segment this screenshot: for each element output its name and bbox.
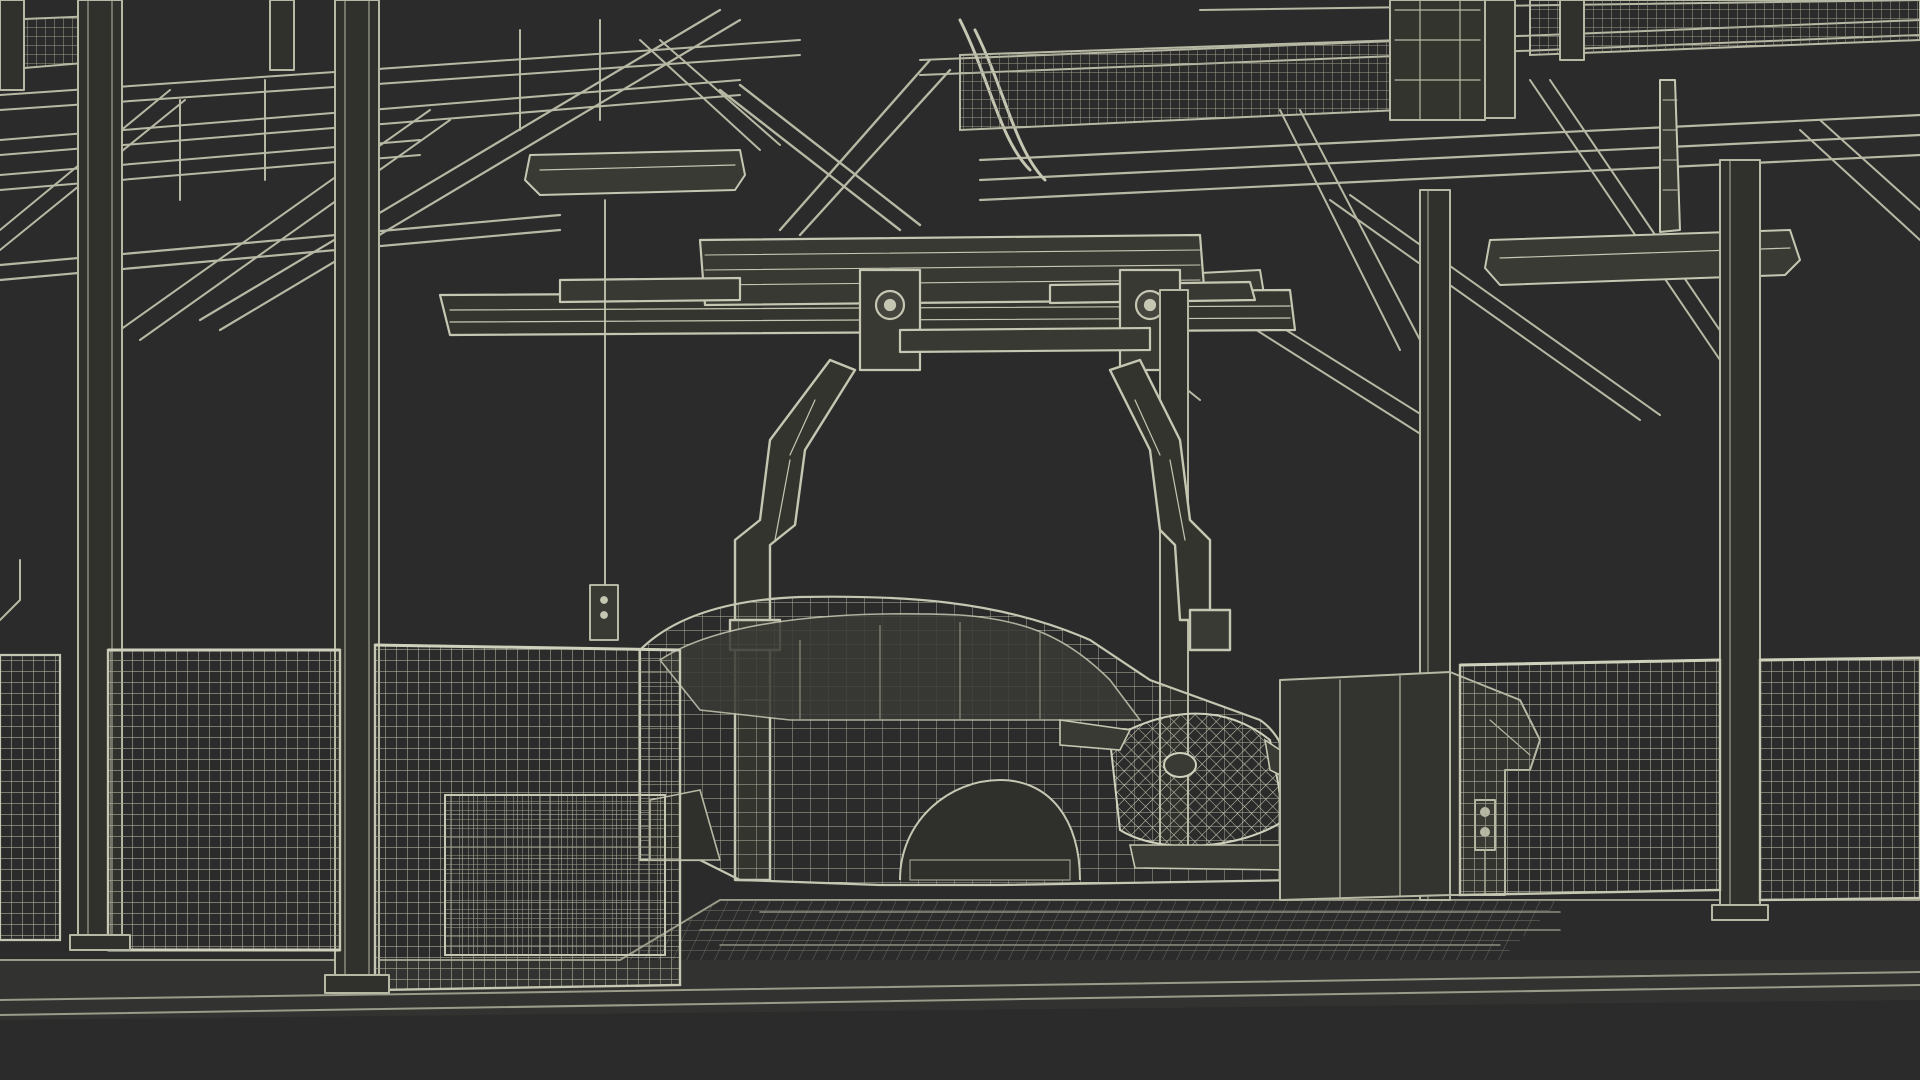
overhead-control-boxes [1389,0,1516,121]
pendant-controller [589,199,619,641]
wireframe-scene [0,0,1920,1020]
render-viewport [0,0,1920,1080]
safety-fence-right [1458,656,1920,902]
